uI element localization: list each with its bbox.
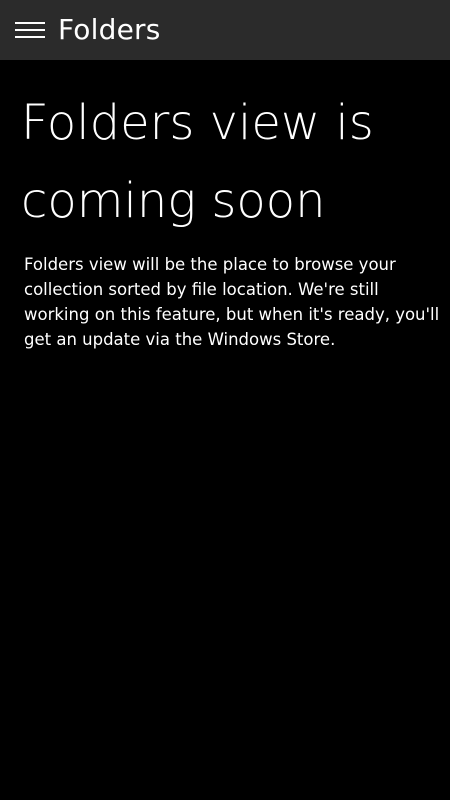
coming-soon-headline: Folders view is coming soon bbox=[21, 95, 374, 229]
page-title: Folders bbox=[58, 13, 161, 46]
menu-bar-top bbox=[15, 22, 45, 24]
menu-bar-middle bbox=[15, 29, 45, 31]
hamburger-menu-icon[interactable] bbox=[15, 20, 45, 40]
main-content: Folders view is coming soon Folders view… bbox=[21, 84, 440, 352]
app-header: Folders bbox=[0, 0, 450, 60]
coming-soon-description: Folders view will be the place to browse… bbox=[24, 255, 440, 349]
menu-bar-bottom bbox=[15, 36, 45, 38]
